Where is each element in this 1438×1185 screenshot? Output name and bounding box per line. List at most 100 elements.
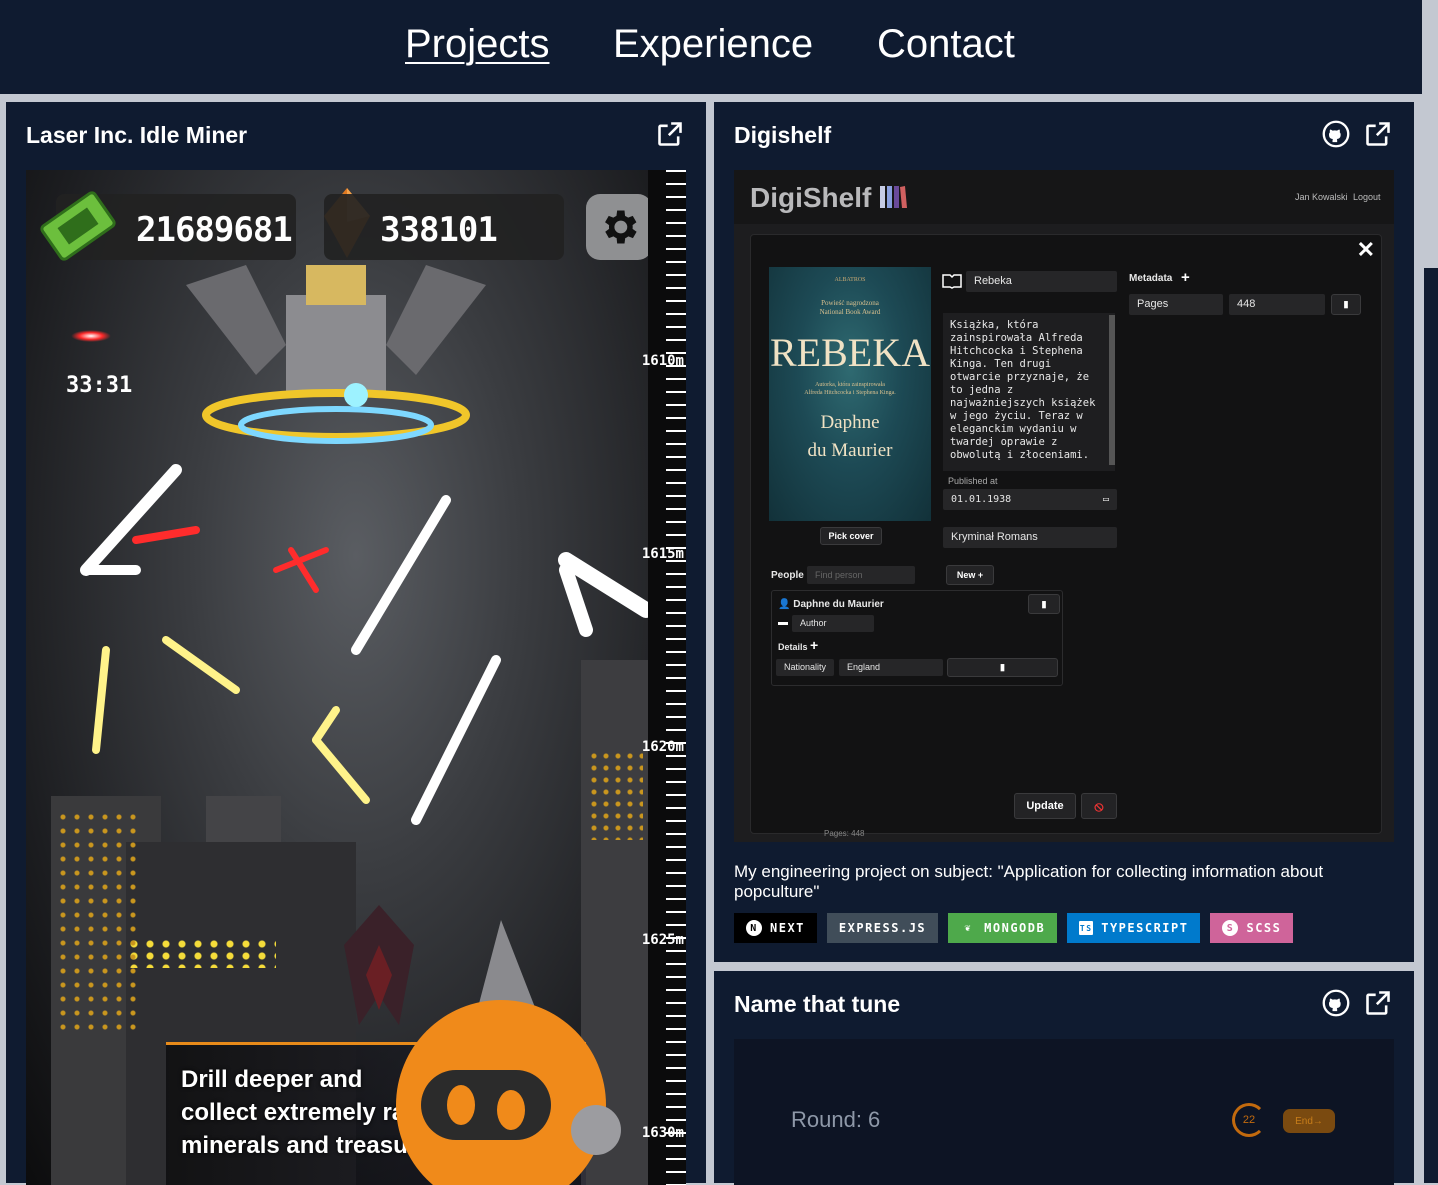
update-button[interactable]: Update (1014, 793, 1076, 819)
metadata-value-input[interactable]: 448 (1229, 294, 1325, 315)
depth-label: 1630m (641, 1125, 684, 1141)
github-icon[interactable] (1322, 120, 1350, 148)
name-that-tune-screenshot: Round: 6 22 End → (734, 1039, 1394, 1185)
pick-cover-button[interactable]: Pick cover (820, 527, 882, 545)
app-logo-text: DigiShelf (750, 182, 872, 213)
external-link-icon[interactable] (1364, 989, 1392, 1017)
tech-label: NEXT (770, 921, 805, 935)
add-detail-icon[interactable]: + (810, 637, 818, 653)
project-title: Name that tune (734, 991, 901, 1017)
depth-label: 1610m (641, 353, 684, 369)
tech-label: EXPRESS.JS (838, 921, 927, 935)
description-textarea[interactable]: Książka, która zainspirowała Alfreda Hit… (943, 313, 1115, 471)
cancel-button[interactable]: ⦸ (1081, 793, 1117, 819)
new-person-label: New (956, 570, 976, 580)
nav-contact[interactable]: Contact (877, 22, 1015, 67)
tech-label: MONGODB (984, 921, 1046, 935)
published-label: Published at (948, 476, 998, 486)
cover-title: REBEKA (770, 330, 930, 375)
project-title: Laser Inc. Idle Miner (26, 122, 248, 148)
add-metadata-icon[interactable]: + (1181, 269, 1190, 286)
detail-key-input[interactable]: Nationality (776, 659, 834, 676)
title-input[interactable]: Rebeka (966, 271, 1117, 292)
cover-blurb: Autorka, która zainspirowała Alfreda Hit… (804, 382, 896, 396)
new-person-button[interactable]: New + (946, 565, 994, 585)
powerup-timer: 33:31 (66, 373, 133, 398)
genre-input[interactable]: Kryminał Romans (943, 527, 1117, 548)
drill-robot-icon (396, 920, 621, 1185)
cover-author: Daphne du Maurier (807, 412, 893, 461)
external-link-icon[interactable] (1364, 120, 1392, 148)
top-nav: Projects Experience Contact (0, 0, 1422, 94)
footer-hint: Pages: 448 (824, 829, 865, 838)
project-card-digishelf: Digishelf DigiShelf Jan Kowalski Logout … (714, 102, 1414, 962)
project-title: Digishelf (734, 122, 832, 148)
laser-powerup-icon (71, 330, 111, 342)
end-button[interactable]: End → (1283, 1109, 1335, 1133)
project-description: My engineering project on subject: "Appl… (734, 862, 1324, 901)
gear-icon (605, 210, 637, 244)
depth-ruler (648, 170, 686, 1185)
tech-badge-express: EXPRESS.JS (826, 913, 939, 943)
find-person-input[interactable]: Find person (807, 566, 915, 584)
briefcase-icon: ▬ (778, 617, 788, 628)
countdown-timer: 22 (1232, 1103, 1266, 1137)
tech-badge-mongodb: ❦ MONGODB (948, 913, 1058, 943)
delete-metadata-button[interactable]: ▮ (1331, 294, 1361, 315)
person-name: 👤 Daphne du Maurier (778, 599, 884, 610)
tech-badge-scss: S SCSS (1210, 913, 1294, 943)
metadata-key-input[interactable]: Pages (1129, 294, 1223, 315)
cover-publisher: ALBATROS (834, 277, 866, 283)
app-header: DigiShelf Jan Kowalski Logout (734, 170, 1394, 224)
github-icon[interactable] (1322, 989, 1350, 1017)
nav-projects[interactable]: Projects (405, 22, 550, 67)
project-card-name-that-tune: Name that tune Round: 6 22 End → (714, 971, 1414, 1185)
app-logo: DigiShelf (750, 182, 908, 214)
people-label: People (771, 570, 804, 581)
person-name-text: Daphne du Maurier (793, 599, 884, 610)
tech-label: TYPESCRIPT (1101, 921, 1189, 935)
logout-link[interactable]: Logout (1353, 192, 1381, 202)
person-card: 👤 Daphne du Maurier ▮ ▬ Author Details +… (771, 590, 1063, 686)
metadata-label: Metadata (1129, 273, 1173, 284)
crystal-value: 338101 (380, 210, 498, 250)
typescript-icon: TS (1079, 921, 1094, 935)
published-date-value: 01.01.1938 (951, 494, 1012, 505)
delete-detail-button[interactable]: ▮ (947, 658, 1058, 677)
close-icon[interactable]: ✕ (1357, 237, 1375, 263)
digishelf-screenshot: DigiShelf Jan Kowalski Logout ✕ ALBATROS… (734, 170, 1394, 842)
detail-value-input[interactable]: England (839, 659, 943, 676)
role-input[interactable]: Author (792, 615, 874, 632)
settings-button[interactable] (586, 194, 652, 260)
user-icon: 👤 (778, 599, 791, 610)
published-date-input[interactable]: 01.01.1938 ▭ (943, 489, 1117, 510)
delete-person-button[interactable]: ▮ (1028, 594, 1060, 614)
user-name: Jan Kowalski (1295, 192, 1348, 202)
calendar-icon[interactable]: ▭ (1103, 489, 1109, 510)
depth-label: 1620m (641, 739, 684, 755)
page-scrollbar-thumb[interactable] (1424, 268, 1438, 1183)
project-card-laser-inc: Laser Inc. Idle Miner 33:31 21689681 338… (6, 102, 706, 1185)
books-icon (880, 186, 908, 208)
book-open-icon (942, 274, 962, 289)
cover-award: Powieść nagrodzona National Book Award (819, 299, 881, 316)
edit-book-modal: ✕ ALBATROS Powieść nagrodzona National B… (750, 234, 1382, 834)
end-label: End (1295, 1115, 1313, 1127)
laser-beams (80, 464, 654, 825)
money-value: 21689681 (136, 210, 293, 250)
scrollbar[interactable] (1109, 315, 1115, 465)
round-label: Round: 6 (791, 1107, 881, 1132)
depth-label: 1615m (641, 546, 684, 562)
book-cover: ALBATROS Powieść nagrodzona National Boo… (769, 267, 931, 521)
external-link-icon[interactable] (656, 120, 684, 148)
nextjs-icon: N (746, 920, 762, 936)
tech-badge-typescript: TS TYPESCRIPT (1067, 913, 1201, 943)
gold-ore (126, 938, 276, 968)
tech-label: SCSS (1246, 921, 1282, 935)
ruler-ticks (666, 170, 686, 1185)
game-screenshot: 33:31 21689681 338101 1610m 1615m 1620m … (26, 170, 686, 1185)
sass-icon: S (1222, 920, 1239, 936)
depth-label: 1625m (641, 932, 684, 948)
nav-experience[interactable]: Experience (613, 22, 813, 67)
cash-icon (40, 191, 116, 261)
